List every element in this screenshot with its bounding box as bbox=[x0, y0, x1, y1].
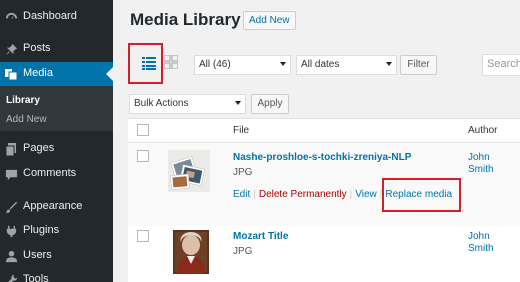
sidebar-item-label: Users bbox=[23, 249, 52, 261]
media-type-filter[interactable]: All (46) bbox=[194, 55, 291, 75]
row-checkbox[interactable] bbox=[137, 150, 149, 162]
view-action[interactable]: View bbox=[355, 189, 377, 200]
plugins-icon bbox=[4, 224, 18, 238]
table-row: Nashe-proshloe-s-tochki-zreniya-NLP JPG … bbox=[128, 144, 520, 226]
comments-icon bbox=[4, 167, 18, 181]
column-file[interactable]: File bbox=[233, 125, 249, 136]
select-all-checkbox[interactable] bbox=[137, 124, 149, 136]
bulk-actions-value: Bulk Actions bbox=[134, 98, 189, 109]
sidebar-item-plugins[interactable]: Plugins bbox=[0, 219, 113, 243]
media-title-link[interactable]: Nashe-proshloe-s-tochki-zreniya-NLP bbox=[233, 152, 411, 163]
author-last-name: Smith bbox=[468, 164, 494, 175]
tools-icon bbox=[4, 273, 18, 282]
grid-view-icon bbox=[163, 54, 179, 72]
media-table: File Author Nashe-proshloe-s-tochki-zren… bbox=[128, 118, 520, 282]
date-filter[interactable]: All dates bbox=[296, 55, 397, 75]
sidebar-item-label: Media bbox=[23, 67, 53, 79]
admin-sidebar: Dashboard Posts Media Library Add New Pa… bbox=[0, 0, 113, 282]
date-filter-value: All dates bbox=[301, 59, 340, 70]
column-author[interactable]: Author bbox=[468, 125, 497, 136]
sidebar-item-label: Dashboard bbox=[23, 10, 77, 22]
sidebar-item-label: Posts bbox=[23, 42, 51, 54]
sidebar-item-tools[interactable]: Tools bbox=[0, 268, 113, 282]
sidebar-item-appearance[interactable]: Appearance bbox=[0, 195, 113, 219]
sidebar-item-comments[interactable]: Comments bbox=[0, 162, 113, 186]
chevron-down-icon bbox=[386, 62, 392, 66]
sidebar-item-label: Tools bbox=[23, 273, 49, 282]
sidebar-item-label: Plugins bbox=[23, 224, 60, 236]
sidebar-item-pages[interactable]: Pages bbox=[0, 137, 113, 161]
sidebar-item-users[interactable]: Users bbox=[0, 244, 113, 268]
add-new-button[interactable]: Add New bbox=[243, 11, 296, 30]
media-type-filter-value: All (46) bbox=[199, 59, 231, 70]
author-link[interactable]: John Smith bbox=[468, 152, 508, 176]
pin-icon bbox=[4, 42, 18, 56]
author-first-name: John bbox=[468, 231, 490, 242]
dashboard-icon bbox=[4, 10, 18, 24]
media-mime-type: JPG bbox=[233, 246, 253, 257]
table-header: File Author bbox=[128, 119, 520, 143]
replace-media-highlight bbox=[382, 178, 461, 212]
edit-action[interactable]: Edit bbox=[233, 189, 250, 200]
media-thumbnail[interactable] bbox=[168, 150, 210, 192]
sidebar-item-label: Appearance bbox=[23, 200, 83, 212]
media-title-link[interactable]: Mozart Title bbox=[233, 231, 288, 242]
list-view-icon bbox=[142, 56, 156, 73]
media-icon bbox=[4, 67, 18, 81]
bulk-actions-select[interactable]: Bulk Actions bbox=[129, 94, 246, 114]
sidebar-item-label: Pages bbox=[23, 142, 55, 154]
delete-permanently-action[interactable]: Delete Permanently bbox=[259, 189, 347, 200]
table-row: Mozart Title JPG John Smith bbox=[128, 226, 520, 282]
grid-view-button[interactable] bbox=[163, 54, 179, 72]
chevron-down-icon bbox=[280, 62, 286, 66]
appearance-icon bbox=[4, 200, 18, 214]
sidebar-item-posts[interactable]: Posts bbox=[0, 37, 113, 61]
search-placeholder: Search bbox=[487, 58, 520, 70]
page-title: Media Library bbox=[130, 10, 241, 29]
author-link[interactable]: John Smith bbox=[468, 231, 508, 255]
submenu-item-add-new[interactable]: Add New bbox=[6, 114, 47, 125]
action-separator: | bbox=[349, 189, 353, 200]
media-thumbnail[interactable] bbox=[173, 230, 209, 274]
sidebar-item-label: Comments bbox=[23, 167, 77, 179]
users-icon bbox=[4, 249, 18, 263]
sidebar-item-dashboard[interactable]: Dashboard bbox=[0, 5, 113, 29]
active-indicator bbox=[106, 67, 113, 81]
media-submenu: Library Add New bbox=[0, 86, 113, 131]
media-mime-type: JPG bbox=[233, 167, 253, 178]
action-separator: | bbox=[253, 189, 256, 200]
chevron-down-icon bbox=[235, 101, 241, 105]
author-last-name: Smith bbox=[468, 243, 494, 254]
search-input[interactable]: Search bbox=[482, 54, 520, 76]
pages-icon bbox=[4, 142, 18, 156]
list-view-button[interactable] bbox=[137, 52, 161, 76]
filter-button[interactable]: Filter bbox=[400, 55, 437, 75]
submenu-item-library[interactable]: Library bbox=[6, 95, 40, 106]
apply-button[interactable]: Apply bbox=[251, 94, 289, 114]
row-checkbox[interactable] bbox=[137, 230, 149, 242]
sidebar-item-media[interactable]: Media bbox=[0, 62, 113, 86]
author-first-name: John bbox=[468, 152, 490, 163]
